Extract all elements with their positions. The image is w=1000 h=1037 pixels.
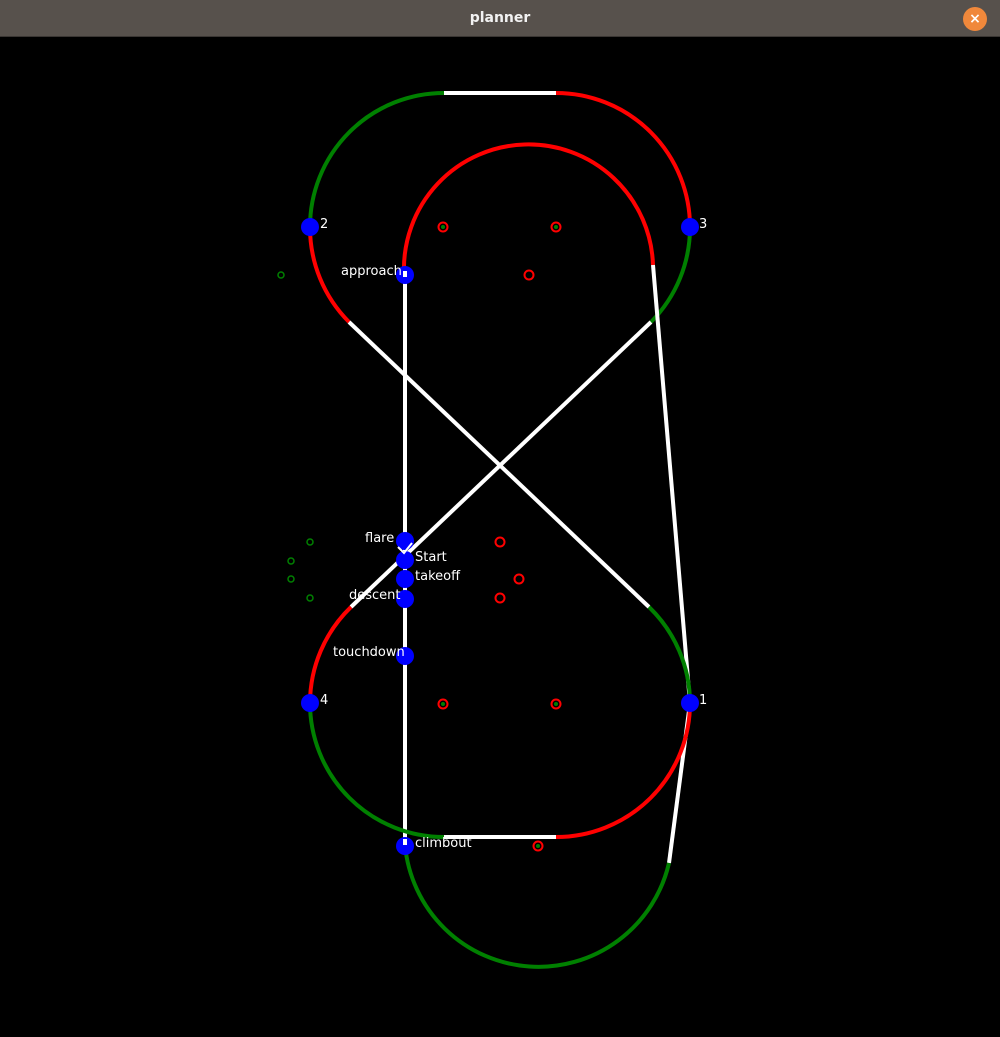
waypoint-1[interactable] <box>681 694 699 712</box>
title-bar[interactable]: planner × <box>0 0 1000 37</box>
path-arc-inner-top-red <box>401 142 655 274</box>
turn-center-marker <box>554 702 558 706</box>
turn-center-marker-green <box>287 575 295 583</box>
turn-center-marker-green <box>277 271 285 279</box>
path-arc-top-right-red <box>555 91 692 228</box>
turn-center-marker <box>513 573 525 585</box>
waypoint-label-approach: approach <box>341 264 402 279</box>
turn-center-marker-green <box>306 594 314 602</box>
turn-center-marker <box>523 269 535 281</box>
window-title: planner <box>469 10 531 26</box>
waypoint-start[interactable] <box>396 551 414 569</box>
path-arc-lower-right-red <box>555 702 692 839</box>
turn-center-marker <box>441 702 445 706</box>
turn-center-marker-green <box>287 557 295 565</box>
turn-center-marker <box>494 536 506 548</box>
waypoint-label-1: 1 <box>699 693 707 708</box>
waypoint-label-start: Start <box>415 550 447 565</box>
waypoint-label-3: 3 <box>699 217 707 232</box>
waypoint-tick <box>403 839 407 845</box>
planner-window: planner × 2 3 approach flare Start takeo… <box>0 0 1000 1037</box>
turn-center-marker-green <box>306 538 314 546</box>
waypoint-2[interactable] <box>301 218 319 236</box>
waypoint-tick <box>403 271 407 277</box>
waypoint-label-4: 4 <box>320 693 328 708</box>
waypoint-3[interactable] <box>681 218 699 236</box>
close-icon: × <box>969 11 981 27</box>
waypoint-label-takeoff: takeoff <box>415 569 461 584</box>
waypoint-takeoff[interactable] <box>396 570 414 588</box>
flight-path-canvas[interactable]: 2 3 approach flare Start takeoff descent… <box>0 37 1000 1037</box>
waypoint-label-flare: flare <box>365 531 394 546</box>
path-arc-top-left-green <box>308 91 445 228</box>
path-arc-lower-left-green <box>308 702 445 839</box>
waypoint-label-2: 2 <box>320 217 328 232</box>
turn-center-marker <box>441 225 445 229</box>
close-button[interactable]: × <box>963 7 987 31</box>
turn-center-marker <box>494 592 506 604</box>
path-arc-climbout-green <box>403 844 671 969</box>
waypoint-4[interactable] <box>301 694 319 712</box>
turn-center-marker <box>554 225 558 229</box>
turn-center-marker <box>536 844 540 848</box>
waypoint-label-touchdown: touchdown <box>333 645 405 660</box>
waypoint-label-descent: descent <box>349 588 401 603</box>
waypoint-label-climbout: climbout <box>415 836 472 851</box>
